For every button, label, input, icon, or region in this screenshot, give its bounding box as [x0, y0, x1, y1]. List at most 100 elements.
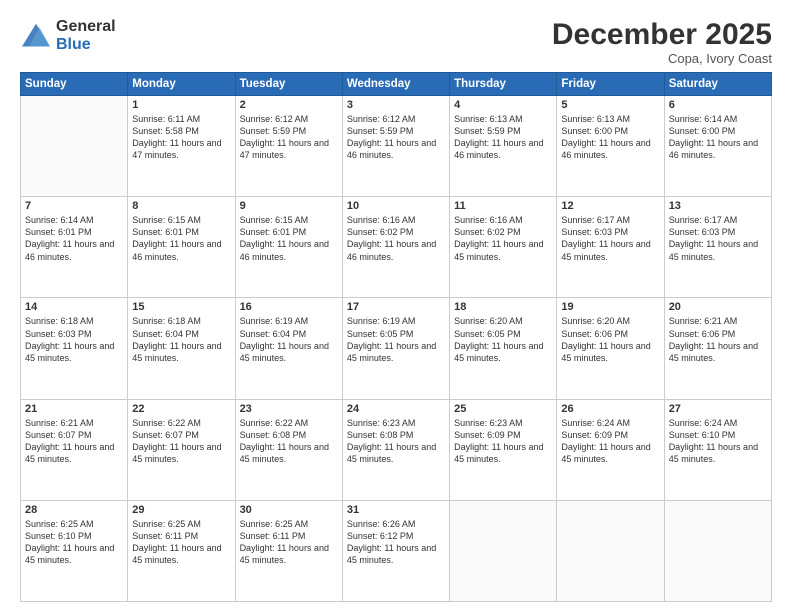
- table-row: 15 Sunrise: 6:18 AMSunset: 6:04 PMDaylig…: [128, 298, 235, 399]
- cell-info: Sunrise: 6:23 AMSunset: 6:09 PMDaylight:…: [454, 418, 543, 464]
- table-row: 4 Sunrise: 6:13 AMSunset: 5:59 PMDayligh…: [450, 96, 557, 197]
- day-number: 10: [347, 200, 445, 212]
- cell-info: Sunrise: 6:12 AMSunset: 5:59 PMDaylight:…: [347, 114, 436, 160]
- day-number: 20: [669, 301, 767, 313]
- table-row: 2 Sunrise: 6:12 AMSunset: 5:59 PMDayligh…: [235, 96, 342, 197]
- table-row: 3 Sunrise: 6:12 AMSunset: 5:59 PMDayligh…: [342, 96, 449, 197]
- day-number: 11: [454, 200, 552, 212]
- title-block: December 2025 Copa, Ivory Coast: [552, 18, 772, 66]
- day-number: 16: [240, 301, 338, 313]
- table-row: 31 Sunrise: 6:26 AMSunset: 6:12 PMDaylig…: [342, 500, 449, 601]
- logo-icon: [20, 22, 52, 50]
- calendar-week-row: 14 Sunrise: 6:18 AMSunset: 6:03 PMDaylig…: [21, 298, 772, 399]
- day-number: 29: [132, 504, 230, 516]
- location: Copa, Ivory Coast: [552, 51, 772, 66]
- cell-info: Sunrise: 6:14 AMSunset: 6:00 PMDaylight:…: [669, 114, 758, 160]
- cell-info: Sunrise: 6:21 AMSunset: 6:07 PMDaylight:…: [25, 418, 114, 464]
- calendar-week-row: 28 Sunrise: 6:25 AMSunset: 6:10 PMDaylig…: [21, 500, 772, 601]
- logo-blue-text: Blue: [56, 36, 116, 54]
- day-number: 2: [240, 99, 338, 111]
- table-row: 17 Sunrise: 6:19 AMSunset: 6:05 PMDaylig…: [342, 298, 449, 399]
- cell-info: Sunrise: 6:20 AMSunset: 6:06 PMDaylight:…: [561, 316, 650, 362]
- col-wednesday: Wednesday: [342, 73, 449, 96]
- day-number: 21: [25, 403, 123, 415]
- day-number: 27: [669, 403, 767, 415]
- day-number: 7: [25, 200, 123, 212]
- day-number: 14: [25, 301, 123, 313]
- cell-info: Sunrise: 6:18 AMSunset: 6:04 PMDaylight:…: [132, 316, 221, 362]
- table-row: 19 Sunrise: 6:20 AMSunset: 6:06 PMDaylig…: [557, 298, 664, 399]
- page: General Blue December 2025 Copa, Ivory C…: [0, 0, 792, 612]
- cell-info: Sunrise: 6:20 AMSunset: 6:05 PMDaylight:…: [454, 316, 543, 362]
- cell-info: Sunrise: 6:15 AMSunset: 6:01 PMDaylight:…: [132, 215, 221, 261]
- logo-general-text: General: [56, 18, 116, 36]
- cell-info: Sunrise: 6:24 AMSunset: 6:10 PMDaylight:…: [669, 418, 758, 464]
- table-row: 10 Sunrise: 6:16 AMSunset: 6:02 PMDaylig…: [342, 197, 449, 298]
- table-row: [21, 96, 128, 197]
- day-number: 31: [347, 504, 445, 516]
- table-row: 21 Sunrise: 6:21 AMSunset: 6:07 PMDaylig…: [21, 399, 128, 500]
- cell-info: Sunrise: 6:12 AMSunset: 5:59 PMDaylight:…: [240, 114, 329, 160]
- day-number: 13: [669, 200, 767, 212]
- day-number: 9: [240, 200, 338, 212]
- cell-info: Sunrise: 6:17 AMSunset: 6:03 PMDaylight:…: [669, 215, 758, 261]
- table-row: 22 Sunrise: 6:22 AMSunset: 6:07 PMDaylig…: [128, 399, 235, 500]
- day-number: 30: [240, 504, 338, 516]
- cell-info: Sunrise: 6:17 AMSunset: 6:03 PMDaylight:…: [561, 215, 650, 261]
- table-row: 23 Sunrise: 6:22 AMSunset: 6:08 PMDaylig…: [235, 399, 342, 500]
- day-number: 18: [454, 301, 552, 313]
- day-number: 25: [454, 403, 552, 415]
- cell-info: Sunrise: 6:14 AMSunset: 6:01 PMDaylight:…: [25, 215, 114, 261]
- day-number: 6: [669, 99, 767, 111]
- day-number: 28: [25, 504, 123, 516]
- calendar-week-row: 1 Sunrise: 6:11 AMSunset: 5:58 PMDayligh…: [21, 96, 772, 197]
- col-thursday: Thursday: [450, 73, 557, 96]
- table-row: 29 Sunrise: 6:25 AMSunset: 6:11 PMDaylig…: [128, 500, 235, 601]
- table-row: 1 Sunrise: 6:11 AMSunset: 5:58 PMDayligh…: [128, 96, 235, 197]
- table-row: 5 Sunrise: 6:13 AMSunset: 6:00 PMDayligh…: [557, 96, 664, 197]
- cell-info: Sunrise: 6:25 AMSunset: 6:11 PMDaylight:…: [240, 519, 329, 565]
- cell-info: Sunrise: 6:19 AMSunset: 6:05 PMDaylight:…: [347, 316, 436, 362]
- day-number: 23: [240, 403, 338, 415]
- day-number: 3: [347, 99, 445, 111]
- table-row: 30 Sunrise: 6:25 AMSunset: 6:11 PMDaylig…: [235, 500, 342, 601]
- day-number: 19: [561, 301, 659, 313]
- table-row: 14 Sunrise: 6:18 AMSunset: 6:03 PMDaylig…: [21, 298, 128, 399]
- header: General Blue December 2025 Copa, Ivory C…: [20, 18, 772, 66]
- day-number: 22: [132, 403, 230, 415]
- day-number: 5: [561, 99, 659, 111]
- day-number: 24: [347, 403, 445, 415]
- cell-info: Sunrise: 6:23 AMSunset: 6:08 PMDaylight:…: [347, 418, 436, 464]
- cell-info: Sunrise: 6:26 AMSunset: 6:12 PMDaylight:…: [347, 519, 436, 565]
- day-number: 15: [132, 301, 230, 313]
- cell-info: Sunrise: 6:16 AMSunset: 6:02 PMDaylight:…: [454, 215, 543, 261]
- cell-info: Sunrise: 6:15 AMSunset: 6:01 PMDaylight:…: [240, 215, 329, 261]
- col-sunday: Sunday: [21, 73, 128, 96]
- cell-info: Sunrise: 6:22 AMSunset: 6:08 PMDaylight:…: [240, 418, 329, 464]
- table-row: [450, 500, 557, 601]
- cell-info: Sunrise: 6:25 AMSunset: 6:11 PMDaylight:…: [132, 519, 221, 565]
- day-number: 12: [561, 200, 659, 212]
- table-row: 6 Sunrise: 6:14 AMSunset: 6:00 PMDayligh…: [664, 96, 771, 197]
- cell-info: Sunrise: 6:13 AMSunset: 5:59 PMDaylight:…: [454, 114, 543, 160]
- cell-info: Sunrise: 6:11 AMSunset: 5:58 PMDaylight:…: [132, 114, 221, 160]
- table-row: 25 Sunrise: 6:23 AMSunset: 6:09 PMDaylig…: [450, 399, 557, 500]
- cell-info: Sunrise: 6:21 AMSunset: 6:06 PMDaylight:…: [669, 316, 758, 362]
- day-number: 4: [454, 99, 552, 111]
- table-row: 20 Sunrise: 6:21 AMSunset: 6:06 PMDaylig…: [664, 298, 771, 399]
- table-row: 9 Sunrise: 6:15 AMSunset: 6:01 PMDayligh…: [235, 197, 342, 298]
- col-friday: Friday: [557, 73, 664, 96]
- table-row: 28 Sunrise: 6:25 AMSunset: 6:10 PMDaylig…: [21, 500, 128, 601]
- table-row: 11 Sunrise: 6:16 AMSunset: 6:02 PMDaylig…: [450, 197, 557, 298]
- table-row: 8 Sunrise: 6:15 AMSunset: 6:01 PMDayligh…: [128, 197, 235, 298]
- table-row: 27 Sunrise: 6:24 AMSunset: 6:10 PMDaylig…: [664, 399, 771, 500]
- col-monday: Monday: [128, 73, 235, 96]
- logo: General Blue: [20, 18, 116, 53]
- cell-info: Sunrise: 6:18 AMSunset: 6:03 PMDaylight:…: [25, 316, 114, 362]
- calendar-week-row: 7 Sunrise: 6:14 AMSunset: 6:01 PMDayligh…: [21, 197, 772, 298]
- table-row: [664, 500, 771, 601]
- day-number: 8: [132, 200, 230, 212]
- calendar-header-row: Sunday Monday Tuesday Wednesday Thursday…: [21, 73, 772, 96]
- table-row: 16 Sunrise: 6:19 AMSunset: 6:04 PMDaylig…: [235, 298, 342, 399]
- cell-info: Sunrise: 6:24 AMSunset: 6:09 PMDaylight:…: [561, 418, 650, 464]
